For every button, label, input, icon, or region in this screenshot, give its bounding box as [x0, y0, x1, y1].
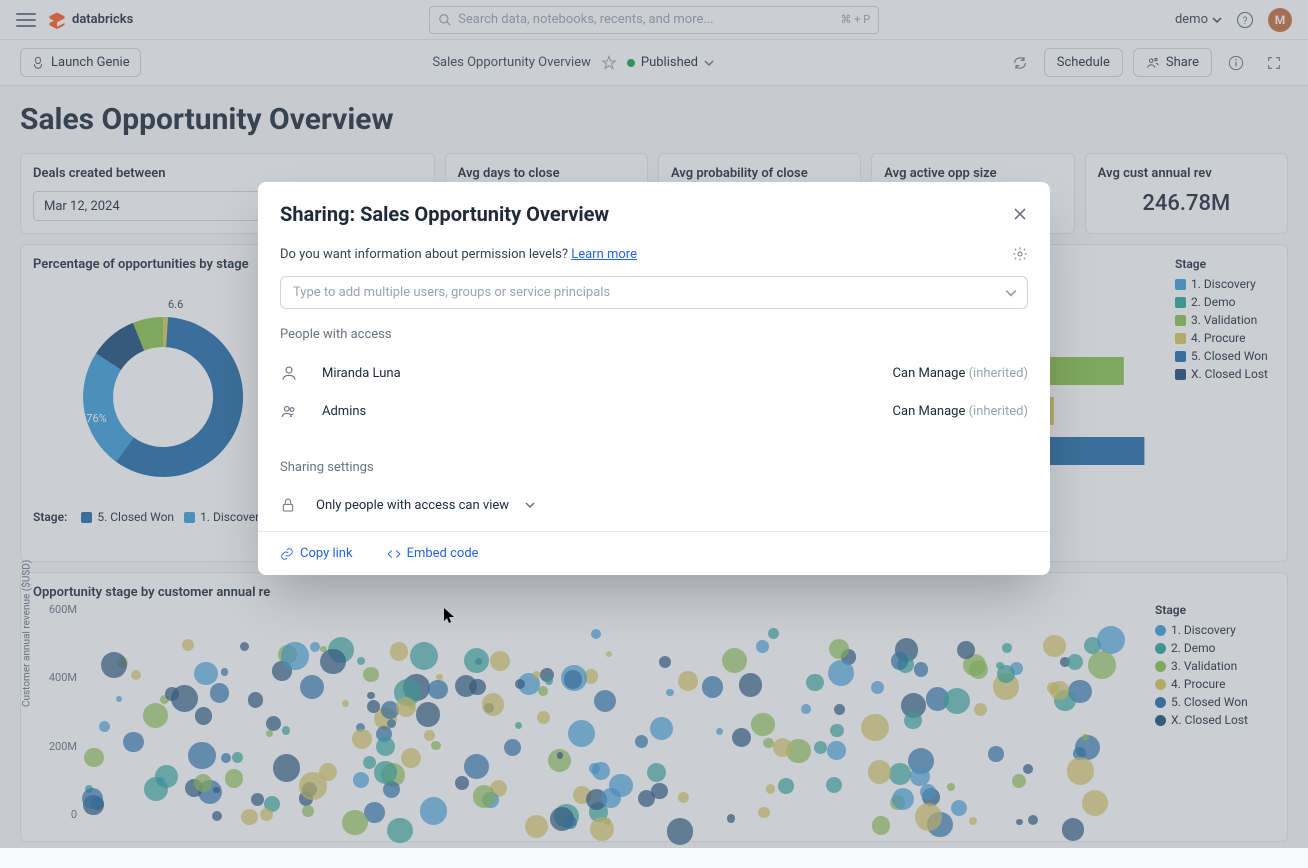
group-icon: [280, 402, 304, 420]
lock-icon: [280, 497, 300, 513]
copy-link-button[interactable]: Copy link: [280, 546, 353, 561]
add-placeholder: Type to add multiple users, groups or se…: [293, 285, 610, 300]
modal-overlay[interactable]: Sharing: Sales Opportunity Overview Do y…: [0, 0, 1308, 848]
close-icon: [1012, 206, 1028, 222]
embed-code-button[interactable]: Embed code: [387, 546, 479, 561]
modal-title: Sharing: Sales Opportunity Overview: [280, 202, 609, 226]
close-button[interactable]: [1012, 206, 1028, 222]
link-icon: [280, 547, 294, 561]
copy-link-label: Copy link: [300, 546, 353, 561]
people-with-access-label: People with access: [280, 327, 1028, 342]
person-permission[interactable]: Can Manage (inherited): [893, 366, 1028, 381]
embed-code-label: Embed code: [407, 546, 479, 561]
chevron-down-icon: [1005, 287, 1017, 299]
code-icon: [387, 547, 401, 561]
sharing-modal: Sharing: Sales Opportunity Overview Do y…: [258, 182, 1050, 575]
person-permission[interactable]: Can Manage (inherited): [893, 404, 1028, 419]
gear-icon: [1012, 246, 1028, 262]
sharing-settings-label: Sharing settings: [280, 460, 1028, 475]
person-name: Miranda Luna: [322, 366, 401, 381]
person-row: Miranda Luna Can Manage (inherited): [280, 354, 1028, 392]
sharing-setting-selector[interactable]: Only people with access can view: [280, 487, 1028, 531]
user-icon: [280, 364, 304, 382]
settings-gear-button[interactable]: [1012, 246, 1028, 262]
info-text: Do you want information about permission…: [280, 247, 637, 262]
learn-more-link[interactable]: Learn more: [571, 247, 637, 262]
setting-value: Only people with access can view: [316, 498, 509, 513]
person-name: Admins: [322, 404, 366, 419]
chevron-down-icon: [525, 500, 535, 510]
person-row: Admins Can Manage (inherited): [280, 392, 1028, 430]
add-principals-input[interactable]: Type to add multiple users, groups or se…: [280, 276, 1028, 309]
